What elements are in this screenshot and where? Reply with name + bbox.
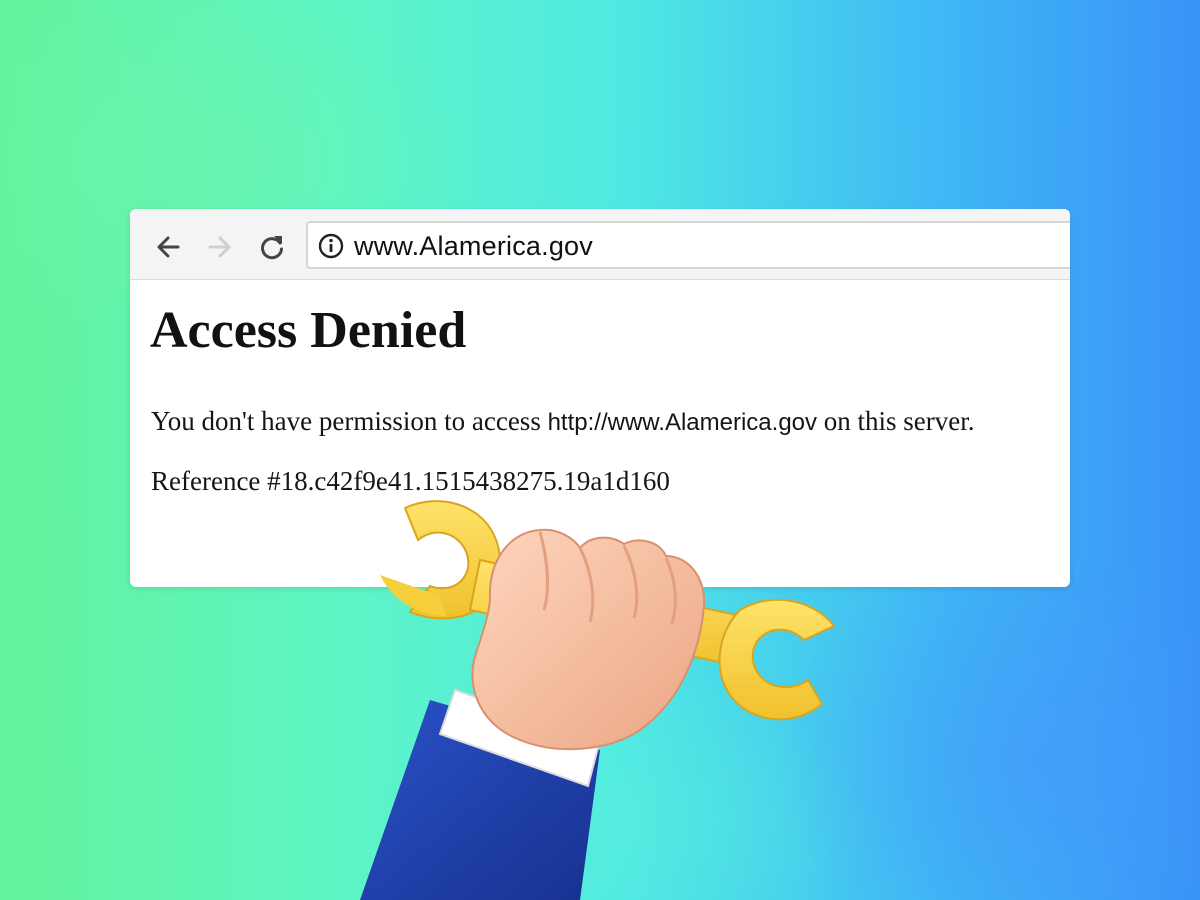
page-title: Access Denied	[150, 302, 467, 359]
browser-toolbar: www.Alamerica.gov	[130, 209, 1070, 280]
arrow-right-icon	[208, 236, 231, 258]
back-button[interactable]	[150, 229, 186, 265]
forward-button[interactable]	[202, 229, 238, 265]
hand-holding-wrench-illustration	[360, 500, 836, 900]
error-message-suffix: on this server.	[817, 406, 975, 436]
reload-icon	[261, 236, 283, 260]
error-message: You don't have permission to access http…	[151, 404, 975, 440]
arrow-left-icon	[157, 236, 180, 258]
hand	[471, 528, 706, 751]
reload-button[interactable]	[254, 229, 290, 265]
address-bar-url[interactable]: www.Alamerica.gov	[354, 229, 593, 263]
error-message-prefix: You don't have permission to access	[151, 406, 548, 436]
error-message-url: http://www.Alamerica.gov	[547, 409, 818, 436]
address-bar[interactable]: www.Alamerica.gov	[306, 221, 1070, 269]
info-icon[interactable]	[318, 233, 344, 259]
